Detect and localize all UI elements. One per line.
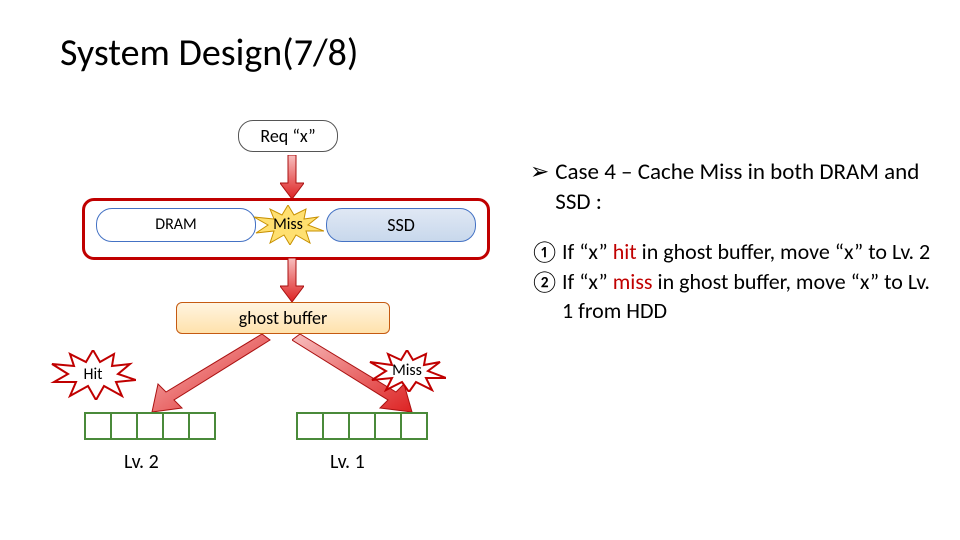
lv2-cells: [84, 412, 216, 440]
lv1-label: Lv. 1: [330, 450, 365, 474]
cell: [374, 412, 402, 440]
cell: [110, 412, 138, 440]
cell: [322, 412, 350, 440]
chevron-icon: ➢: [530, 158, 549, 218]
arrow-down-icon: [280, 155, 304, 199]
cell: [296, 412, 324, 440]
miss-label-bottom: Miss: [392, 361, 422, 380]
cell: [400, 412, 428, 440]
cell: [188, 412, 216, 440]
step-1: ① If “x” hit in ghost buffer, move “x” t…: [530, 238, 938, 267]
slide-title: System Design(7/8): [60, 30, 358, 76]
cell: [162, 412, 190, 440]
ghost-buffer-node: ghost buffer: [176, 302, 390, 334]
arrow-down-icon: [280, 258, 304, 302]
lv2-label: Lv. 2: [124, 450, 159, 474]
step-number-icon: ①: [530, 238, 554, 267]
step1-hit-word: hit: [613, 238, 637, 265]
step-number-icon: ②: [530, 268, 554, 325]
case-heading: Case 4 – Cache Miss in both DRAM and SSD…: [555, 158, 938, 218]
ssd-node: SSD: [326, 208, 476, 242]
step2-miss-word: miss: [613, 268, 653, 295]
cell: [136, 412, 164, 440]
explanation-block: ➢ Case 4 – Cache Miss in both DRAM and S…: [530, 158, 938, 326]
dram-node: DRAM: [96, 208, 256, 242]
cell: [348, 412, 376, 440]
lv1-cells: [296, 412, 428, 440]
hit-burst: Hit: [50, 350, 136, 400]
arrow-diag-left-icon: [144, 334, 274, 416]
step2-pre: If “x”: [562, 268, 613, 295]
cell: [84, 412, 112, 440]
step-2: ② If “x” miss in ghost buffer, move “x” …: [530, 268, 938, 325]
step1-post: in ghost buffer, move “x” to Lv. 2: [637, 238, 931, 265]
hit-label: Hit: [84, 365, 103, 384]
request-node: Req “x”: [238, 120, 338, 152]
miss-burst-top: Miss: [252, 205, 324, 245]
miss-burst-bottom: Miss: [368, 350, 446, 392]
miss-label: Miss: [273, 215, 303, 234]
step1-pre: If “x”: [562, 238, 613, 265]
